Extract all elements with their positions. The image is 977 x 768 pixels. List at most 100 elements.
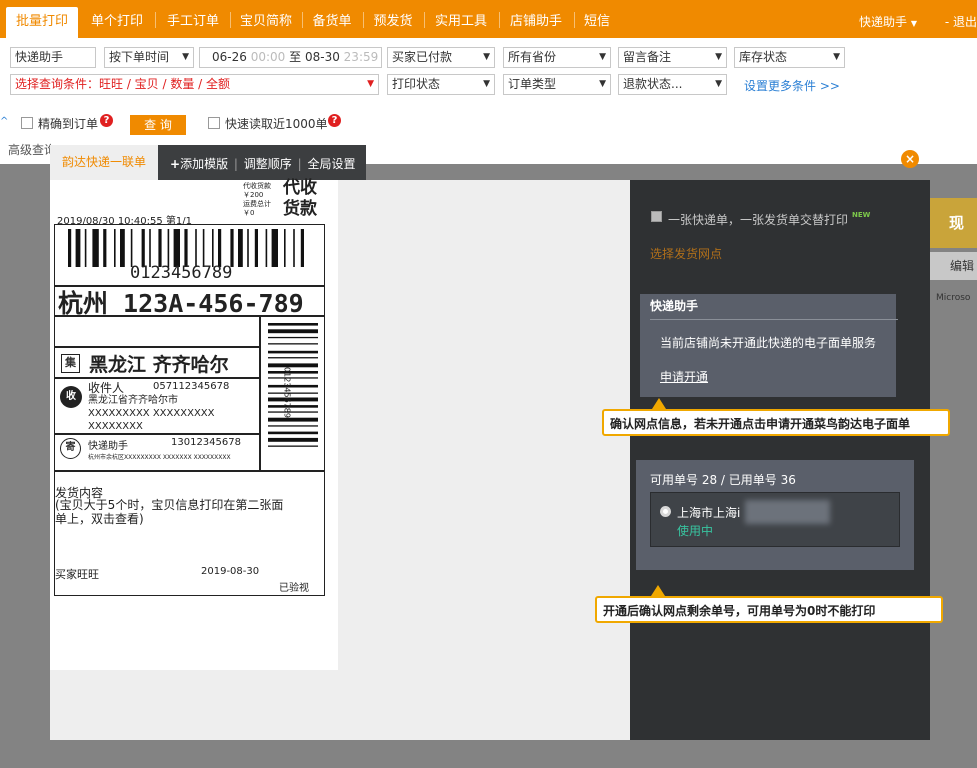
- user-menu[interactable]: 快递助手 ▼: [859, 13, 917, 30]
- caret-down-icon: ▼: [715, 52, 722, 62]
- barcode-bar: [254, 229, 258, 267]
- select-site-label[interactable]: 选择发货网点: [650, 245, 722, 262]
- barcode-bar: [92, 229, 99, 267]
- cod-small-line: ￥200: [243, 191, 264, 199]
- sender-icon: 寄: [60, 438, 81, 459]
- divider: [54, 377, 259, 379]
- tab-sms[interactable]: 短信: [578, 7, 616, 38]
- tooltip-remaining-numbers: 开通后确认网点剩余单号，可用单号为0时不能打印: [595, 596, 943, 623]
- vertical-barcode: [268, 323, 318, 447]
- tab-single-print[interactable]: 单个打印: [84, 7, 150, 38]
- fast-read-checkbox[interactable]: [208, 117, 220, 129]
- barcode-bar: [268, 417, 318, 422]
- query-condition-select[interactable]: 选择查询条件：旺旺 / 宝贝 / 数量 / 全额 ▼: [10, 74, 379, 95]
- barcode-bar: [268, 431, 318, 435]
- barcode-bar: [195, 229, 197, 267]
- info-box-title: 快递助手: [650, 299, 699, 313]
- date-range-input[interactable]: 06-26 00:00 至 08-30 23:59: [199, 47, 382, 68]
- exact-order-checkbox[interactable]: [21, 117, 33, 129]
- order-status-select[interactable]: 买家已付款 ▼: [387, 47, 495, 68]
- shop-select[interactable]: 快递助手: [10, 47, 96, 68]
- collapse-icon[interactable]: ^: [0, 116, 8, 127]
- tab-yunda-template[interactable]: 韵达快递一联单: [50, 145, 158, 180]
- barcode-bar: [271, 229, 278, 267]
- divider: [259, 315, 261, 470]
- recipient-address: 黑龙江省齐齐哈尔市 XXXXXXXXX XXXXXXXXX XXXXXXXX: [88, 394, 215, 433]
- top-nav-bar: 批量打印 单个打印 手工订单 宝贝简称 备货单 预发货 实用工具 店铺助手 短信…: [0, 0, 977, 38]
- cod-title-line: 货款: [283, 199, 317, 219]
- alternate-print-checkbox[interactable]: [651, 211, 662, 222]
- nav-divider: [499, 12, 500, 28]
- recipient-address-line: 黑龙江省齐齐哈尔市: [88, 395, 178, 406]
- barcode-bar: [68, 229, 72, 267]
- more-conditions-link[interactable]: 设置更多条件 >>: [744, 77, 840, 94]
- nav-divider: [230, 12, 231, 28]
- time-type-select[interactable]: 按下单时间 ▼: [104, 47, 194, 68]
- barcode-bar: [212, 229, 214, 267]
- shop-select-value: 快递助手: [15, 50, 64, 64]
- refund-value: 退款状态...: [623, 77, 683, 91]
- logout-link[interactable]: - 退出: [945, 13, 977, 30]
- print-status-select[interactable]: 打印状态 ▼: [387, 74, 495, 95]
- tab-manual-order[interactable]: 手工订单: [160, 7, 226, 38]
- barcode-bar: [230, 229, 234, 267]
- tab-stock-list[interactable]: 备货单: [306, 7, 358, 38]
- query-button[interactable]: 查 询: [130, 115, 186, 135]
- advanced-query-label[interactable]: 高级查询: [8, 141, 56, 158]
- tab-batch-print[interactable]: 批量打印: [6, 7, 78, 38]
- in-use-status: 使用中: [677, 524, 714, 538]
- background-action-button: 现在: [930, 198, 977, 282]
- tab-tools[interactable]: 实用工具: [428, 7, 494, 38]
- help-icon[interactable]: ?: [100, 114, 113, 127]
- apply-link[interactable]: 申请开通: [660, 368, 708, 385]
- province-select[interactable]: 所有省份 ▼: [503, 47, 611, 68]
- sender-address: 杭州市余杭区XXXXXXXXX XXXXXXX XXXXXXXXX: [88, 454, 231, 461]
- callout-pointer: [651, 585, 665, 596]
- recipient-phone-suffix: 78: [216, 381, 230, 392]
- order-type-select[interactable]: 订单类型 ▼: [503, 74, 611, 95]
- tab-item-alias[interactable]: 宝贝简称: [234, 7, 298, 38]
- cod-small-line: 运费总计: [243, 200, 271, 208]
- barcode-bar: [268, 411, 318, 413]
- remark-select[interactable]: 留言备注 ▼: [618, 47, 727, 68]
- barcode-bar: [268, 323, 318, 326]
- background-edit-button: 编辑: [930, 252, 977, 280]
- tab-pre-ship[interactable]: 预发货: [367, 7, 419, 38]
- barcode-bar: [293, 229, 295, 267]
- redacted-area: [745, 500, 830, 524]
- close-icon[interactable]: ×: [901, 150, 919, 168]
- info-message: 当前店铺尚未开通此快递的电子面单服务: [660, 336, 877, 350]
- province-value: 所有省份: [508, 50, 557, 64]
- nav-divider: [424, 12, 425, 28]
- recipient-phone: 057112345678: [153, 381, 229, 392]
- barcode-bar: [141, 229, 145, 267]
- nav-divider: [574, 12, 575, 28]
- tab-shop-assistant[interactable]: 店铺助手: [503, 7, 569, 38]
- separator: |: [233, 157, 238, 171]
- cod-title: 代收 货款: [283, 178, 317, 220]
- nav-divider: [155, 12, 156, 28]
- barcode-bar: [268, 329, 318, 334]
- divider: [54, 470, 325, 472]
- barcode-bar: [268, 377, 318, 379]
- nav-divider: [302, 12, 303, 28]
- exact-order-label: 精确到订单: [38, 117, 99, 131]
- barcode-bar: [268, 437, 318, 442]
- stock-select[interactable]: 库存状态 ▼: [734, 47, 845, 68]
- recipient-address-line: XXXXXXXX: [88, 421, 143, 432]
- barcode-bar: [202, 229, 205, 267]
- reorder-button[interactable]: 调整顺序: [244, 157, 292, 171]
- callout-pointer: [652, 398, 666, 409]
- buyer-label: 买家旺旺: [55, 568, 99, 581]
- barcode-bar: [218, 229, 222, 267]
- barcode-bar: [130, 229, 133, 267]
- add-template-button[interactable]: +添加模版: [170, 157, 228, 171]
- print-status-value: 打印状态: [392, 77, 441, 91]
- divider: [54, 346, 259, 348]
- site-name: 上海市上海i: [677, 506, 741, 520]
- help-icon[interactable]: ?: [328, 114, 341, 127]
- site-radio[interactable]: [660, 506, 671, 517]
- global-settings-button[interactable]: 全局设置: [308, 157, 356, 171]
- remark-value: 留言备注: [623, 50, 672, 64]
- refund-select[interactable]: 退款状态... ▼: [618, 74, 727, 95]
